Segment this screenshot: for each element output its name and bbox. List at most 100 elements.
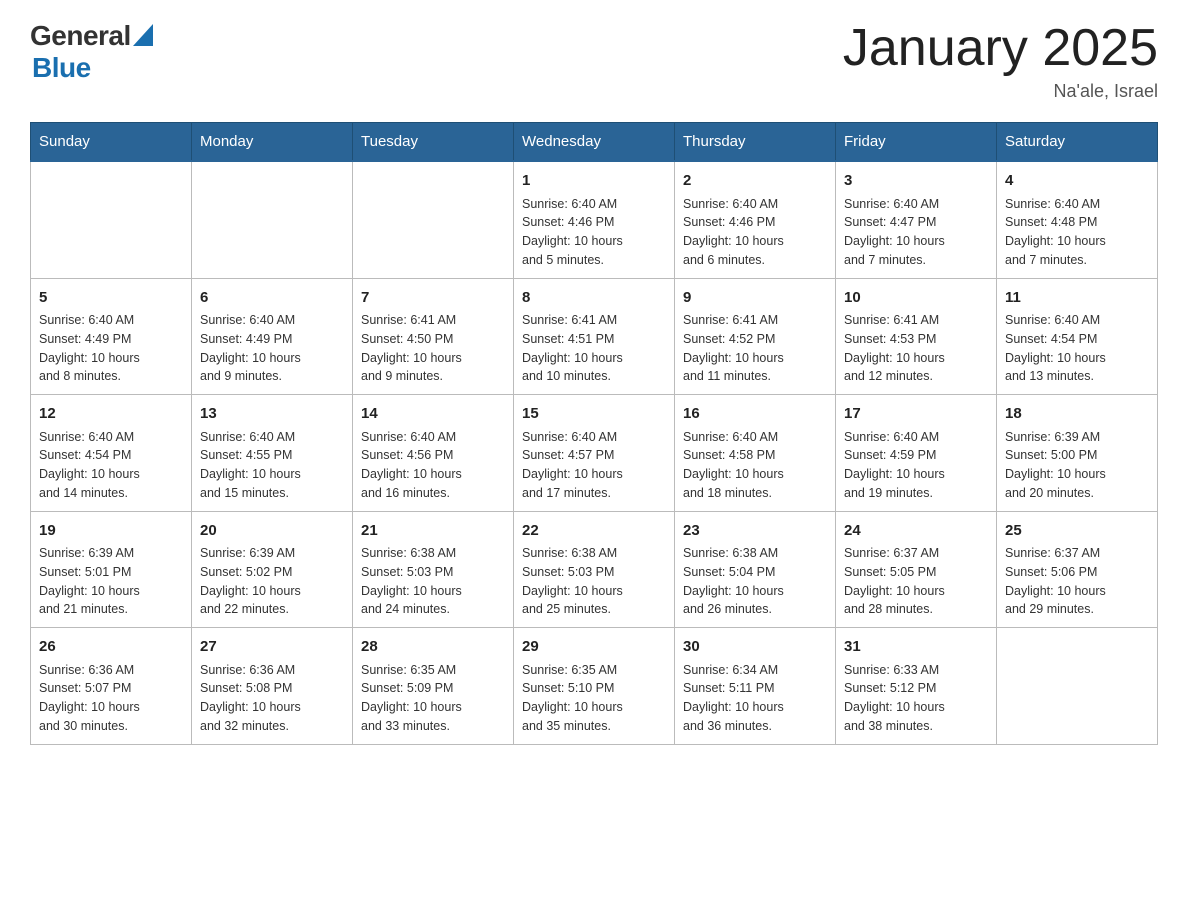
title-block: January 2025 Na'ale, Israel <box>843 20 1158 102</box>
calendar-cell <box>997 628 1158 745</box>
day-info-line: Sunset: 5:02 PM <box>200 563 344 582</box>
day-info-line: Sunrise: 6:41 AM <box>522 311 666 330</box>
day-number: 14 <box>361 403 505 426</box>
day-info-line: Daylight: 10 hours <box>683 349 827 368</box>
day-info-line: Sunset: 4:48 PM <box>1005 213 1149 232</box>
day-info-line: and 15 minutes. <box>200 484 344 503</box>
day-number: 1 <box>522 170 666 193</box>
day-info-line: Daylight: 10 hours <box>1005 465 1149 484</box>
day-info-line: Daylight: 10 hours <box>361 582 505 601</box>
calendar-cell <box>192 161 353 278</box>
day-info-line: and 11 minutes. <box>683 367 827 386</box>
day-number: 17 <box>844 403 988 426</box>
day-info-line: and 18 minutes. <box>683 484 827 503</box>
day-number: 9 <box>683 287 827 310</box>
day-info-line: and 36 minutes. <box>683 717 827 736</box>
calendar-cell: 19Sunrise: 6:39 AMSunset: 5:01 PMDayligh… <box>31 511 192 628</box>
day-info-line: Sunrise: 6:40 AM <box>683 195 827 214</box>
calendar-cell: 20Sunrise: 6:39 AMSunset: 5:02 PMDayligh… <box>192 511 353 628</box>
col-header-saturday: Saturday <box>997 123 1158 162</box>
day-info-line: and 7 minutes. <box>1005 251 1149 270</box>
calendar-table: SundayMondayTuesdayWednesdayThursdayFrid… <box>30 122 1158 745</box>
day-number: 7 <box>361 287 505 310</box>
day-number: 29 <box>522 636 666 659</box>
day-info-line: Sunset: 4:50 PM <box>361 330 505 349</box>
day-info-line: Sunrise: 6:39 AM <box>39 544 183 563</box>
col-header-sunday: Sunday <box>31 123 192 162</box>
day-number: 5 <box>39 287 183 310</box>
logo-blue-text: Blue <box>32 52 91 83</box>
calendar-cell: 31Sunrise: 6:33 AMSunset: 5:12 PMDayligh… <box>836 628 997 745</box>
day-info-line: Daylight: 10 hours <box>522 465 666 484</box>
day-info-line: Sunset: 4:59 PM <box>844 446 988 465</box>
calendar-cell: 8Sunrise: 6:41 AMSunset: 4:51 PMDaylight… <box>514 278 675 395</box>
day-info-line: Daylight: 10 hours <box>683 465 827 484</box>
day-number: 12 <box>39 403 183 426</box>
day-info-line: Sunrise: 6:40 AM <box>844 195 988 214</box>
day-number: 21 <box>361 520 505 543</box>
calendar-cell: 14Sunrise: 6:40 AMSunset: 4:56 PMDayligh… <box>353 395 514 512</box>
calendar-cell: 9Sunrise: 6:41 AMSunset: 4:52 PMDaylight… <box>675 278 836 395</box>
calendar-cell: 12Sunrise: 6:40 AMSunset: 4:54 PMDayligh… <box>31 395 192 512</box>
day-info-line: Sunset: 4:46 PM <box>522 213 666 232</box>
day-info-line: Daylight: 10 hours <box>361 349 505 368</box>
day-info-line: Sunrise: 6:39 AM <box>1005 428 1149 447</box>
calendar-week-row: 26 Sunrise: 6:36 AM Sunset: 5:07 PM Dayligh… <box>31 628 1158 745</box>
day-number: 10 <box>844 287 988 310</box>
day-info-line: Sunset: 4:54 PM <box>1005 330 1149 349</box>
day-info-line: and 19 minutes. <box>844 484 988 503</box>
day-info-line: and 28 minutes. <box>844 600 988 619</box>
day-info-line: Sunset: 5:01 PM <box>39 563 183 582</box>
day-info-line: Daylight: 10 hours <box>683 582 827 601</box>
calendar-cell <box>353 161 514 278</box>
day-info-line: Daylight: 10 hours <box>361 698 505 717</box>
day-info-line: and 5 minutes. <box>522 251 666 270</box>
day-info-line: Sunset: 4:49 PM <box>39 330 183 349</box>
day-info-line: and 20 minutes. <box>1005 484 1149 503</box>
day-info-line: Sunset: 5:12 PM <box>844 679 988 698</box>
day-info-line: Sunrise: 6:40 AM <box>522 195 666 214</box>
day-info-line: Sunrise: 6:35 AM <box>522 661 666 680</box>
day-info-line: Sunrise: 6:40 AM <box>361 428 505 447</box>
calendar-cell: 21Sunrise: 6:38 AMSunset: 5:03 PMDayligh… <box>353 511 514 628</box>
day-info-line: Daylight: 10 hours <box>1005 582 1149 601</box>
day-info-line: Sunset: 5:07 PM <box>39 679 183 698</box>
day-info-line: Sunset: 4:58 PM <box>683 446 827 465</box>
day-number: 26 <box>39 636 183 659</box>
day-info-line: and 29 minutes. <box>1005 600 1149 619</box>
day-info-line: Sunset: 5:00 PM <box>1005 446 1149 465</box>
day-info-line: Sunrise: 6:40 AM <box>1005 311 1149 330</box>
day-info-line: Daylight: 10 hours <box>844 582 988 601</box>
calendar-cell: 26Sunrise: 6:36 AMSunset: 5:07 PMDayligh… <box>31 628 192 745</box>
day-info-line: Sunset: 4:56 PM <box>361 446 505 465</box>
day-info-line: Sunset: 4:51 PM <box>522 330 666 349</box>
day-info-line: Daylight: 10 hours <box>1005 232 1149 251</box>
day-info-line: Sunset: 4:53 PM <box>844 330 988 349</box>
day-info-line: and 22 minutes. <box>200 600 344 619</box>
day-number: 3 <box>844 170 988 193</box>
calendar-cell: 3Sunrise: 6:40 AMSunset: 4:47 PMDaylight… <box>836 161 997 278</box>
day-info-line: Daylight: 10 hours <box>200 349 344 368</box>
day-info-line: Sunset: 4:57 PM <box>522 446 666 465</box>
calendar-week-row: 5 Sunrise: 6:40 AM Sunset: 4:49 PM Daylight… <box>31 278 1158 395</box>
day-info-line: Sunset: 5:05 PM <box>844 563 988 582</box>
day-info-line: Sunrise: 6:34 AM <box>683 661 827 680</box>
day-info-line: and 25 minutes. <box>522 600 666 619</box>
calendar-cell: 30Sunrise: 6:34 AMSunset: 5:11 PMDayligh… <box>675 628 836 745</box>
day-info-line: Sunrise: 6:41 AM <box>361 311 505 330</box>
calendar-cell: 13Sunrise: 6:40 AMSunset: 4:55 PMDayligh… <box>192 395 353 512</box>
day-info-line: Sunrise: 6:40 AM <box>1005 195 1149 214</box>
day-info-line: Sunrise: 6:40 AM <box>683 428 827 447</box>
day-info-line: Daylight: 10 hours <box>522 232 666 251</box>
day-info-line: Sunset: 5:11 PM <box>683 679 827 698</box>
day-info-line: Sunset: 4:54 PM <box>39 446 183 465</box>
day-info-line: Sunset: 4:46 PM <box>683 213 827 232</box>
day-info-line: Sunrise: 6:39 AM <box>200 544 344 563</box>
day-info-line: and 13 minutes. <box>1005 367 1149 386</box>
calendar-cell: 17Sunrise: 6:40 AMSunset: 4:59 PMDayligh… <box>836 395 997 512</box>
day-info-line: and 12 minutes. <box>844 367 988 386</box>
day-info-line: Sunrise: 6:36 AM <box>200 661 344 680</box>
day-info-line: Daylight: 10 hours <box>844 698 988 717</box>
day-info-line: Sunrise: 6:40 AM <box>200 311 344 330</box>
day-number: 4 <box>1005 170 1149 193</box>
